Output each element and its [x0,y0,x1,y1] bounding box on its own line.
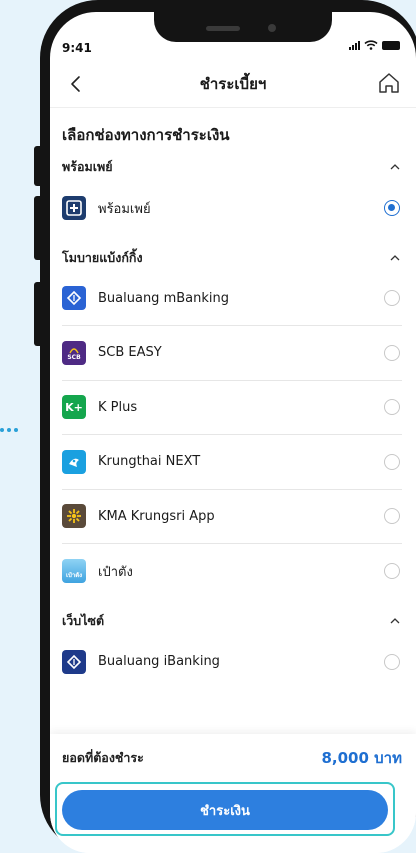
home-icon[interactable] [376,70,402,96]
bualuang-logo-icon [62,649,86,674]
group-header-mobile-banking[interactable]: โมบายแบ้งก์กิ้ง [62,244,402,272]
radio-unselected[interactable] [384,344,400,361]
group-header-promptpay[interactable]: พร้อมเพย์ [62,153,402,181]
payment-option-bualuang-mbanking[interactable]: Bualuang mBanking [62,272,402,326]
pay-button[interactable]: ชำระเงิน [62,790,388,830]
kplus-logo-text: K+ [65,400,83,414]
bualuang-logo-icon [62,286,86,311]
group-promptpay: พร้อมเพย์ พร้อมเพย์ [62,153,402,236]
payment-option-paotang[interactable]: เป๋าตัง เป๋าตัง [62,544,402,599]
radio-selected[interactable] [384,200,400,217]
payment-footer: ยอดที่ต้องชำระ 8,000 บาท ชำระเงิน [50,734,416,853]
payment-option-kplus[interactable]: K+ K Plus [62,381,402,435]
group-title: พร้อมเพย์ [62,159,113,174]
group-website: เว็บไซต์ Bualuang iBanking [62,607,402,690]
app-screen: 9:41 ชำระเบี้ยฯ เลือกช่องทางการชำระเงิน … [50,12,416,853]
payment-option-bualuang-ibanking[interactable]: Bualuang iBanking [62,635,402,690]
kplus-logo-icon: K+ [62,395,86,420]
paotang-logo-text: เป๋าตัง [65,572,83,580]
group-header-website[interactable]: เว็บไซต์ [62,607,402,635]
option-label: SCB EASY [98,345,162,361]
payment-option-promptpay[interactable]: พร้อมเพย์ [62,181,402,236]
amount-value: 8,000 บาท [321,749,402,767]
option-label: Krungthai NEXT [98,454,201,470]
scb-logo-text: SCB [67,353,81,361]
chevron-up-icon [390,254,400,260]
nav-bar: ชำระเบี้ยฯ [50,60,416,108]
amount-row: ยอดที่ต้องชำระ 8,000 บาท [50,734,416,782]
group-title: โมบายแบ้งก์กิ้ง [62,249,143,265]
radio-unselected[interactable] [384,290,400,307]
status-time: 9:41 [62,41,92,55]
chevron-up-icon [390,164,400,170]
krungthai-logo-icon [62,449,86,474]
signal-icon [349,40,360,50]
radio-unselected[interactable] [384,453,400,470]
battery-icon [382,40,400,50]
payment-option-kma-krungsri[interactable]: KMA Krungsri App [62,490,402,544]
radio-unselected[interactable] [384,563,400,580]
payment-option-krungthai-next[interactable]: Krungthai NEXT [62,435,402,490]
status-icons [349,40,400,50]
krungsri-logo-icon [62,504,86,529]
option-label: KMA Krungsri App [98,508,215,524]
amount-label: ยอดที่ต้องชำระ [62,750,144,765]
option-label: K Plus [98,399,138,415]
group-mobile-banking: โมบายแบ้งก์กิ้ง Bualuang mBanking SCB SC… [62,244,402,599]
back-arrow-icon[interactable] [64,72,88,96]
option-label: Bualuang iBanking [98,654,220,670]
scb-logo-icon: SCB [62,340,86,365]
payment-method-list: เลือกช่องทางการชำระเงิน พร้อมเพย์ พร้อมเ… [50,123,416,689]
status-bar: 9:41 [50,12,416,60]
group-title: เว็บไซต์ [62,612,105,628]
notch [154,12,332,42]
decorative-dots [0,428,18,432]
page-title: ชำระเบี้ยฯ [199,74,267,93]
section-title: เลือกช่องทางการชำระเงิน [62,126,230,144]
radio-unselected[interactable] [384,399,400,416]
payment-option-scb-easy[interactable]: SCB SCB EASY [62,326,402,381]
radio-unselected[interactable] [384,653,400,670]
option-label: Bualuang mBanking [98,290,229,306]
option-label: พร้อมเพย์ [98,201,151,217]
paotang-logo-icon: เป๋าตัง [62,559,86,584]
radio-unselected[interactable] [384,508,400,525]
wifi-icon [364,40,378,50]
chevron-up-icon [390,617,400,623]
promptpay-logo-icon [62,196,86,221]
option-label: เป๋าตัง [98,564,133,580]
